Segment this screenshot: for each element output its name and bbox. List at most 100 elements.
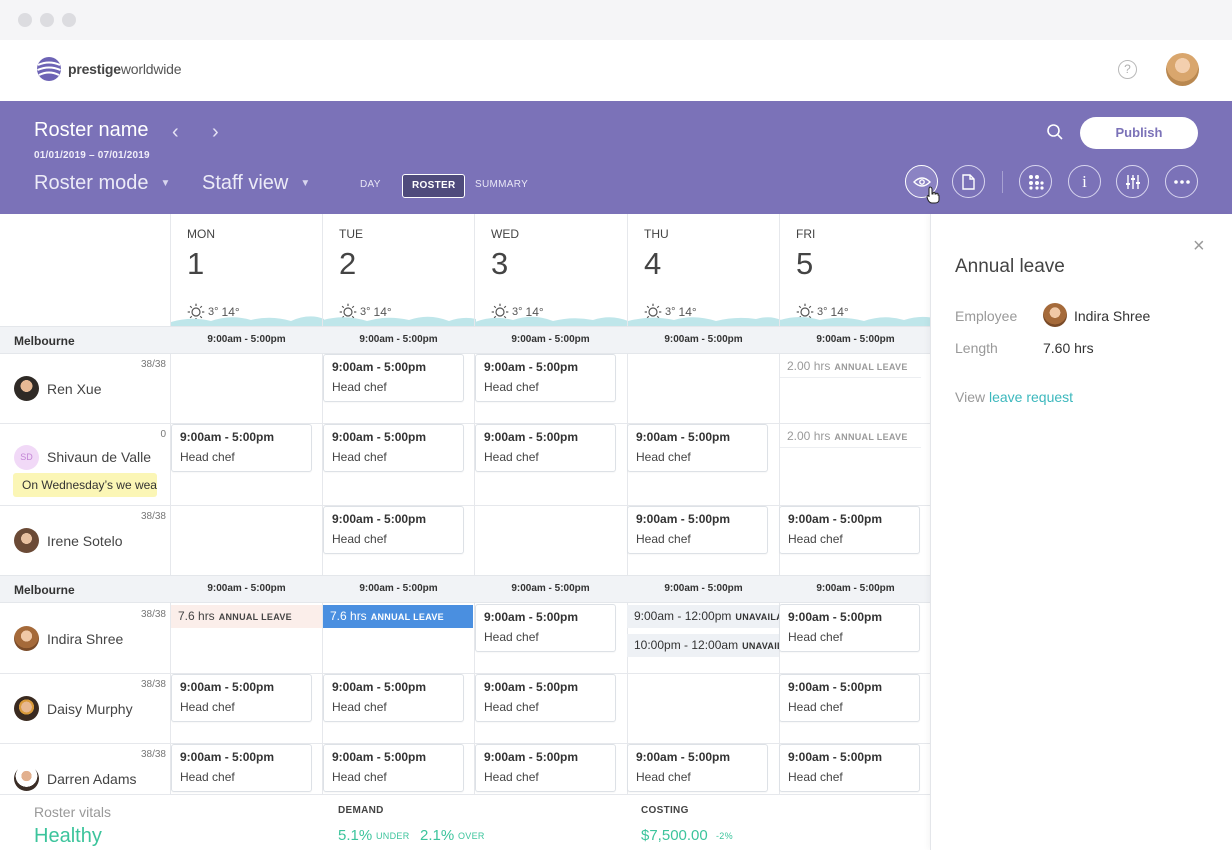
staff-view-dropdown[interactable]: Staff view ▼ <box>202 172 310 195</box>
shift-card[interactable]: 9:00am - 5:00pm Head chef <box>323 506 464 554</box>
next-arrow-icon[interactable]: › <box>212 121 219 144</box>
employee-name: Irene Sotelo <box>47 533 123 549</box>
day-number: 1 <box>187 246 205 281</box>
annual-leave-block[interactable]: 2.00 hrs ANNUAL LEAVE <box>780 425 921 448</box>
shift-card[interactable]: 9:00am - 5:00pm Head chef <box>475 604 616 652</box>
document-icon <box>962 173 975 190</box>
annual-leave-block[interactable]: 2.00 hrs ANNUAL LEAVE <box>780 355 921 378</box>
avatar <box>14 376 39 401</box>
info-button[interactable]: i <box>1068 165 1101 198</box>
group-button[interactable] <box>1019 165 1052 198</box>
pointer-cursor-icon <box>926 186 940 204</box>
location-hours: 9:00am - 5:00pm <box>207 334 286 345</box>
window-minimize-dot[interactable] <box>40 13 54 27</box>
employee-row-daisy-murphy[interactable]: 38/38 Daisy Murphy 9:00am - 5:00pm Head c… <box>0 674 930 744</box>
shift-card[interactable]: 9:00am - 5:00pm Head chef <box>323 424 464 472</box>
employee-note[interactable]: On Wednesday’s we wear pink <box>13 473 157 497</box>
employee-row-shivaun-de-valle[interactable]: 0 SD Shivaun de Valle On Wednesday’s we … <box>0 424 930 506</box>
vitals-label: Roster vitals <box>34 804 112 820</box>
shift-card[interactable]: 9:00am - 5:00pm Head chef <box>323 674 464 722</box>
close-icon[interactable]: × <box>1193 236 1205 256</box>
shift-card[interactable]: 9:00am - 5:00pm Head chef <box>627 424 768 472</box>
shift-card[interactable]: 9:00am - 5:00pm Head chef <box>475 354 616 402</box>
demand-over-label: OVER <box>458 831 485 841</box>
shift-card[interactable]: 9:00am - 5:00pm Head chef <box>323 744 464 792</box>
employee-row-indira-shree[interactable]: 38/38 Indira Shree 7.6 hrs ANNUAL LEAVE 7… <box>0 604 930 674</box>
costing-change: -2% <box>716 831 733 841</box>
location-hours: 9:00am - 5:00pm <box>359 583 438 594</box>
length-label: Length <box>955 340 998 356</box>
brand-logo[interactable]: prestigeworldwide <box>36 56 182 82</box>
shift-card[interactable]: 9:00am - 5:00pm Head chef <box>475 424 616 472</box>
employee-name: Daisy Murphy <box>47 701 133 717</box>
shift-card[interactable]: 9:00am - 5:00pm Head chef <box>475 744 616 792</box>
shift-card[interactable]: 9:00am - 5:00pm Head chef <box>779 674 920 722</box>
demand-sparkline <box>628 317 781 326</box>
search-icon[interactable] <box>1046 123 1064 141</box>
employee-name: Ren Xue <box>47 381 102 397</box>
prev-arrow-icon[interactable]: ‹ <box>172 121 179 144</box>
avatar <box>14 696 39 721</box>
date-range: 01/01/2019 – 07/01/2019 <box>34 150 150 161</box>
employee-hours: 38/38 <box>140 511 166 522</box>
window-maximize-dot[interactable] <box>62 13 76 27</box>
shift-card[interactable]: 9:00am - 5:00pm Head chef <box>627 506 768 554</box>
demand-under-value: 5.1% <box>338 827 373 844</box>
tab-day[interactable]: DAY <box>360 179 381 190</box>
filters-button[interactable] <box>1116 165 1149 198</box>
more-button[interactable] <box>1165 165 1198 198</box>
employee-hours: 38/38 <box>140 609 166 620</box>
demand-sparkline <box>171 316 324 326</box>
shift-card[interactable]: 9:00am - 5:00pm Head chef <box>627 744 768 792</box>
document-button[interactable] <box>952 165 985 198</box>
shift-card[interactable]: 9:00am - 5:00pm Head chef <box>779 506 920 554</box>
employee-row-darren-adams[interactable]: 38/38 Darren Adams 9:00am - 5:00pm Head c… <box>0 744 930 794</box>
location-hours: 9:00am - 5:00pm <box>511 334 590 345</box>
top-bar: prestigeworldwide ? <box>0 40 1232 101</box>
location-hours: 9:00am - 5:00pm <box>816 583 895 594</box>
employee-hours: 0 <box>160 429 166 440</box>
location-name: Melbourne <box>14 583 75 597</box>
day-header-thu[interactable]: THU 4 3° 14° <box>627 214 781 326</box>
toolbar-divider <box>1002 171 1003 193</box>
roster-mode-dropdown[interactable]: Roster mode ▼ <box>34 172 170 195</box>
leave-request-link[interactable]: leave request <box>989 389 1073 405</box>
annual-leave-panel: × Annual leave Employee Indira Shree Len… <box>930 214 1232 850</box>
shift-card[interactable]: 9:00am - 5:00pm Head chef <box>171 674 312 722</box>
location-row[interactable]: Melbourne 9:00am - 5:00pm 9:00am - 5:00p… <box>0 326 930 354</box>
roster-name[interactable]: Roster name <box>34 119 149 142</box>
user-avatar[interactable] <box>1166 53 1199 86</box>
location-name: Melbourne <box>14 334 75 348</box>
annual-leave-block-selected[interactable]: 7.6 hrs ANNUAL LEAVE <box>323 605 473 628</box>
employee-row-irene-sotelo[interactable]: 38/38 Irene Sotelo 9:00am - 5:00pm Head c… <box>0 506 930 576</box>
demand-over-value: 2.1% <box>420 827 455 844</box>
location-hours: 9:00am - 5:00pm <box>816 334 895 345</box>
help-icon[interactable]: ? <box>1118 60 1137 79</box>
unavailability-block[interactable]: 9:00am - 12:00pmUNAVAILABLE <box>627 605 779 628</box>
day-header-fri[interactable]: FRI 5 3° 14° <box>779 214 930 326</box>
publish-button[interactable]: Publish <box>1080 117 1198 149</box>
day-header-tue[interactable]: TUE 2 3° 14° <box>322 214 476 326</box>
tab-summary[interactable]: SUMMARY <box>475 179 528 190</box>
sliders-icon <box>1125 174 1140 189</box>
avatar <box>14 626 39 651</box>
shift-card[interactable]: 9:00am - 5:00pm Head chef <box>779 744 920 792</box>
day-name: WED <box>491 227 519 241</box>
demand-label: DEMAND <box>338 805 384 816</box>
day-header-mon[interactable]: MON 1 3° 14° <box>170 214 324 326</box>
employee-name: Darren Adams <box>47 771 137 787</box>
logo-mark-icon <box>37 57 61 81</box>
annual-leave-block[interactable]: 7.6 hrs ANNUAL LEAVE <box>171 605 322 628</box>
employee-row-ren-xue[interactable]: 38/38 Ren Xue 9:00am - 5:00pm Head chef 9… <box>0 354 930 424</box>
unavailability-block[interactable]: 10:00pm - 12:00amUNAVAILABLE <box>627 634 779 657</box>
location-row[interactable]: Melbourne 9:00am - 5:00pm 9:00am - 5:00p… <box>0 575 930 603</box>
day-header-wed[interactable]: WED 3 3° 14° <box>474 214 628 326</box>
employee-hours: 38/38 <box>140 679 166 690</box>
tab-roster[interactable]: ROSTER <box>402 174 466 198</box>
shift-card[interactable]: 9:00am - 5:00pm Head chef <box>323 354 464 402</box>
shift-card[interactable]: 9:00am - 5:00pm Head chef <box>475 674 616 722</box>
shift-card[interactable]: 9:00am - 5:00pm Head chef <box>779 604 920 652</box>
shift-card[interactable]: 9:00am - 5:00pm Head chef <box>171 744 312 792</box>
shift-card[interactable]: 9:00am - 5:00pm Head chef <box>171 424 312 472</box>
window-close-dot[interactable] <box>18 13 32 27</box>
